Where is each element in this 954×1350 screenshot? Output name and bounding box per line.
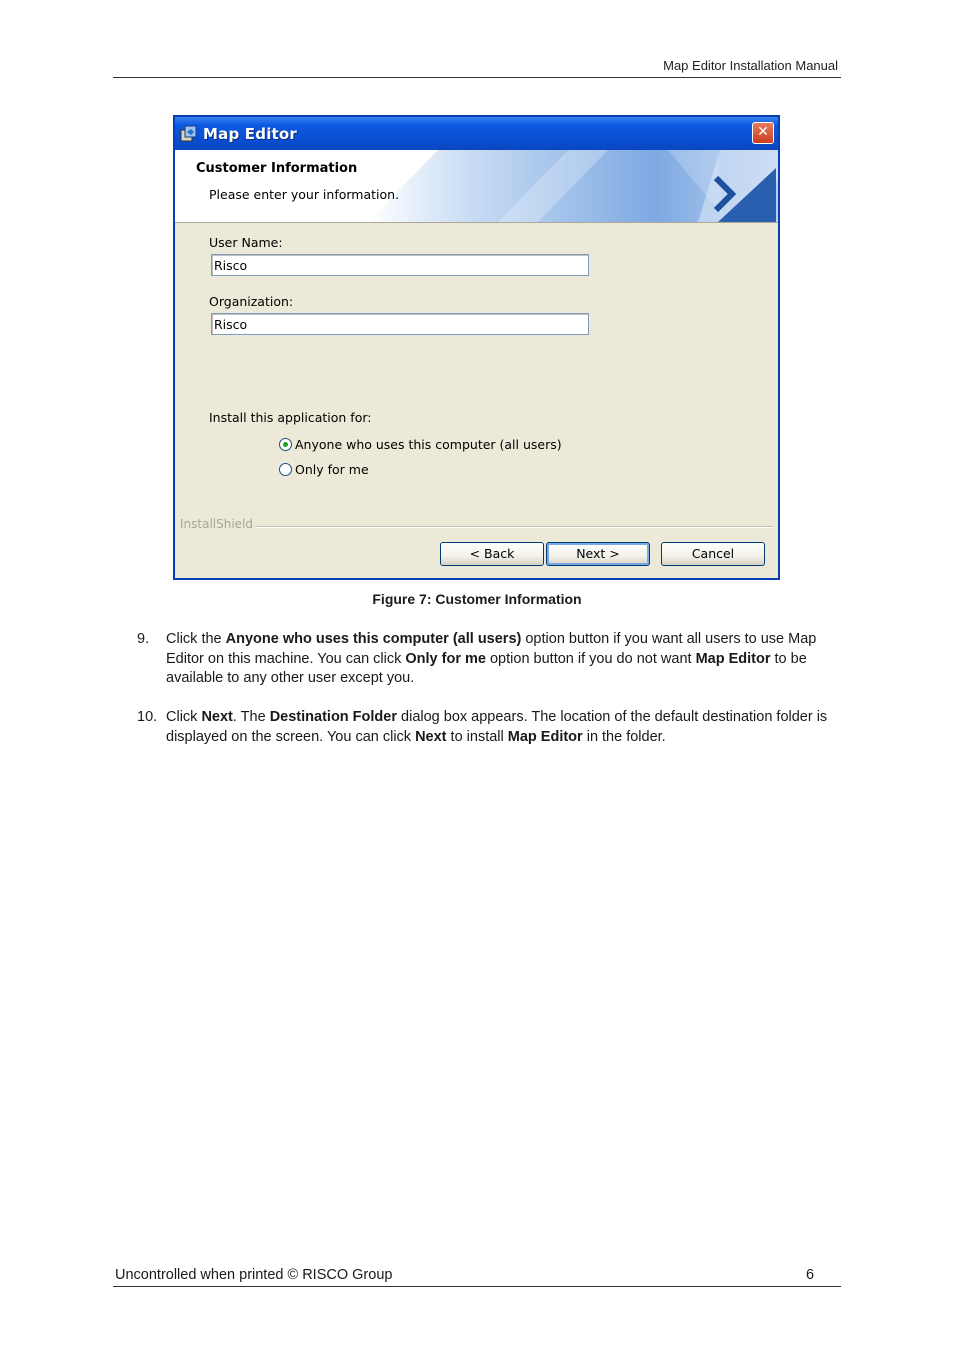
step-text: option button if you do not want [485, 650, 696, 667]
banner-title: Customer Information [196, 161, 358, 176]
step-number: 9. [137, 631, 150, 647]
brand-divider [255, 526, 773, 528]
step-text: Click the [166, 631, 226, 647]
radio-selected-icon[interactable] [279, 438, 292, 451]
radio-all-users[interactable]: Anyone who uses this computer (all users… [279, 437, 562, 452]
step-emphasis: Map Editor [695, 650, 771, 667]
step-emphasis: Destination Folder [269, 709, 397, 725]
install-for-label: Install this application for: [209, 410, 372, 425]
user-name-field[interactable]: Risco [211, 254, 589, 276]
step-text: in the folder. [582, 728, 666, 745]
next-button[interactable]: Next > [546, 542, 650, 566]
dialog-banner: Customer Information Please enter your i… [175, 150, 778, 223]
header-rule [113, 77, 841, 78]
radio-only-me[interactable]: Only for me [279, 462, 369, 477]
organization-field[interactable]: Risco [211, 313, 589, 335]
organization-label: Organization: [209, 294, 294, 309]
footer-rule [113, 1286, 841, 1287]
dialog-title: Map Editor [203, 125, 298, 143]
back-button[interactable]: < Back [440, 542, 544, 566]
dialog-titlebar[interactable]: Map Editor ✕ [175, 117, 778, 150]
step-number: 10. [137, 709, 158, 725]
user-name-label: User Name: [209, 235, 283, 250]
step-10: 10. Click Next. The Destination Folder d… [137, 708, 847, 747]
banner-subtitle: Please enter your information. [209, 187, 400, 202]
step-emphasis: Map Editor [507, 728, 583, 745]
radio-all-users-label: Anyone who uses this computer (all users… [295, 437, 562, 452]
cancel-button[interactable]: Cancel [661, 542, 765, 566]
page-number: 6 [806, 1267, 815, 1283]
footer-copyright: Uncontrolled when printed © RISCO Group [115, 1267, 393, 1283]
close-icon[interactable]: ✕ [752, 122, 774, 144]
radio-unselected-icon[interactable] [279, 463, 292, 476]
step-9: 9. Click the Anyone who uses this comput… [137, 630, 847, 689]
step-text: . The [232, 709, 270, 725]
installshield-brand: InstallShield [180, 517, 254, 531]
header-title: Map Editor Installation Manual [663, 58, 838, 73]
step-emphasis: Anyone who uses this computer (all users… [225, 631, 522, 647]
step-text: Click [166, 709, 202, 725]
step-emphasis: Next [415, 728, 447, 745]
step-body: Click the Anyone who uses this computer … [166, 630, 847, 689]
banner-graphic [368, 150, 778, 222]
step-body: Click Next. The Destination Folder dialo… [166, 708, 847, 747]
step-emphasis: Next [201, 709, 233, 725]
step-text: to install [446, 728, 508, 745]
map-editor-dialog: Map Editor ✕ Customer Information Please… [173, 115, 780, 580]
step-emphasis: Only for me [405, 650, 486, 667]
radio-only-me-label: Only for me [295, 462, 369, 477]
figure-caption: Figure 7: Customer Information [372, 591, 582, 607]
installer-icon [180, 125, 197, 142]
